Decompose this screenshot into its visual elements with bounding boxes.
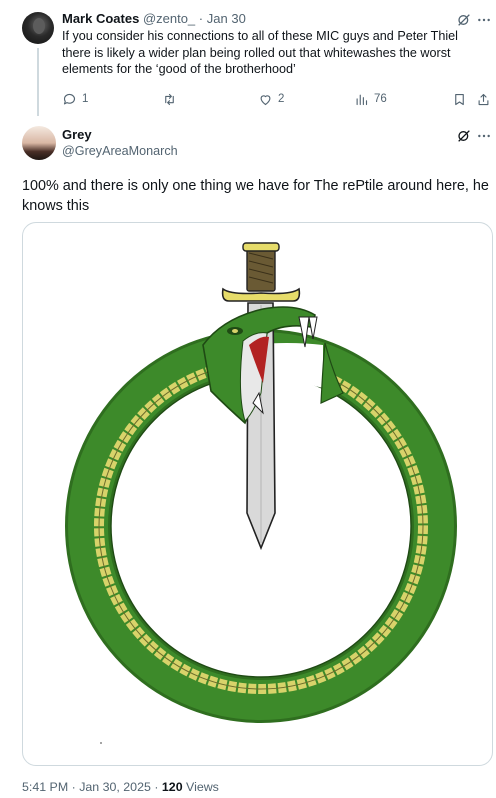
- share-icon: [478, 93, 489, 105]
- post-date[interactable]: Jan 30, 2025: [79, 780, 151, 794]
- bookmark-button[interactable]: [452, 90, 467, 108]
- post-view-count: 120: [161, 780, 183, 794]
- meta-separator: ·: [71, 780, 76, 794]
- reply-author-name[interactable]: Mark Coates: [62, 11, 139, 26]
- reply-text: If you consider his connections to all o…: [62, 29, 458, 76]
- reply-avatar[interactable]: [22, 12, 54, 44]
- reply-tweet[interactable]: Mark Coates @zento_ · Jan 30 If you cons…: [0, 0, 496, 118]
- grok-icon[interactable]: [456, 128, 472, 144]
- heart-icon: [260, 94, 271, 105]
- post-author-handle[interactable]: @GreyAreaMonarch: [62, 144, 178, 158]
- reply-date[interactable]: Jan 30: [207, 11, 246, 26]
- reply-author-handle[interactable]: @zento_: [143, 11, 195, 26]
- comment-icon: [63, 93, 76, 104]
- views-button[interactable]: 76: [354, 90, 387, 108]
- share-button[interactable]: [476, 90, 491, 108]
- reply-header: Mark Coates @zento_ · Jan 30: [62, 11, 246, 27]
- bookmark-icon: [455, 93, 464, 105]
- like-button[interactable]: 2: [258, 90, 284, 108]
- more-options-icon[interactable]: [476, 128, 492, 144]
- thread-connector-line: [37, 48, 39, 116]
- views-chart-icon: [356, 94, 368, 105]
- reply-count: 1: [82, 93, 89, 105]
- post-media-image[interactable]: [22, 222, 493, 766]
- grok-icon[interactable]: [456, 12, 472, 28]
- post-text: 100% and there is only one thing we have…: [22, 178, 489, 214]
- repost-icon: [165, 93, 174, 105]
- reply-separator: ·: [198, 11, 204, 26]
- post-avatar[interactable]: [22, 126, 56, 160]
- view-count: 76: [374, 93, 387, 105]
- repost-button[interactable]: [162, 90, 182, 108]
- post-author-name[interactable]: Grey: [62, 127, 92, 142]
- meta-separator-2: ·: [154, 780, 159, 794]
- post-views-label: Views: [186, 780, 219, 794]
- like-count: 2: [278, 93, 285, 105]
- post-timestamp-line: 5:41 PM · Jan 30, 2025 · 120 Views: [22, 780, 219, 794]
- post-time[interactable]: 5:41 PM: [22, 780, 68, 794]
- ouroboros-serpent-dagger-illustration: [65, 242, 457, 744]
- more-options-icon[interactable]: [476, 12, 492, 28]
- reply-action-bar: 1 2 76: [62, 90, 492, 108]
- reply-button[interactable]: 1: [62, 90, 88, 108]
